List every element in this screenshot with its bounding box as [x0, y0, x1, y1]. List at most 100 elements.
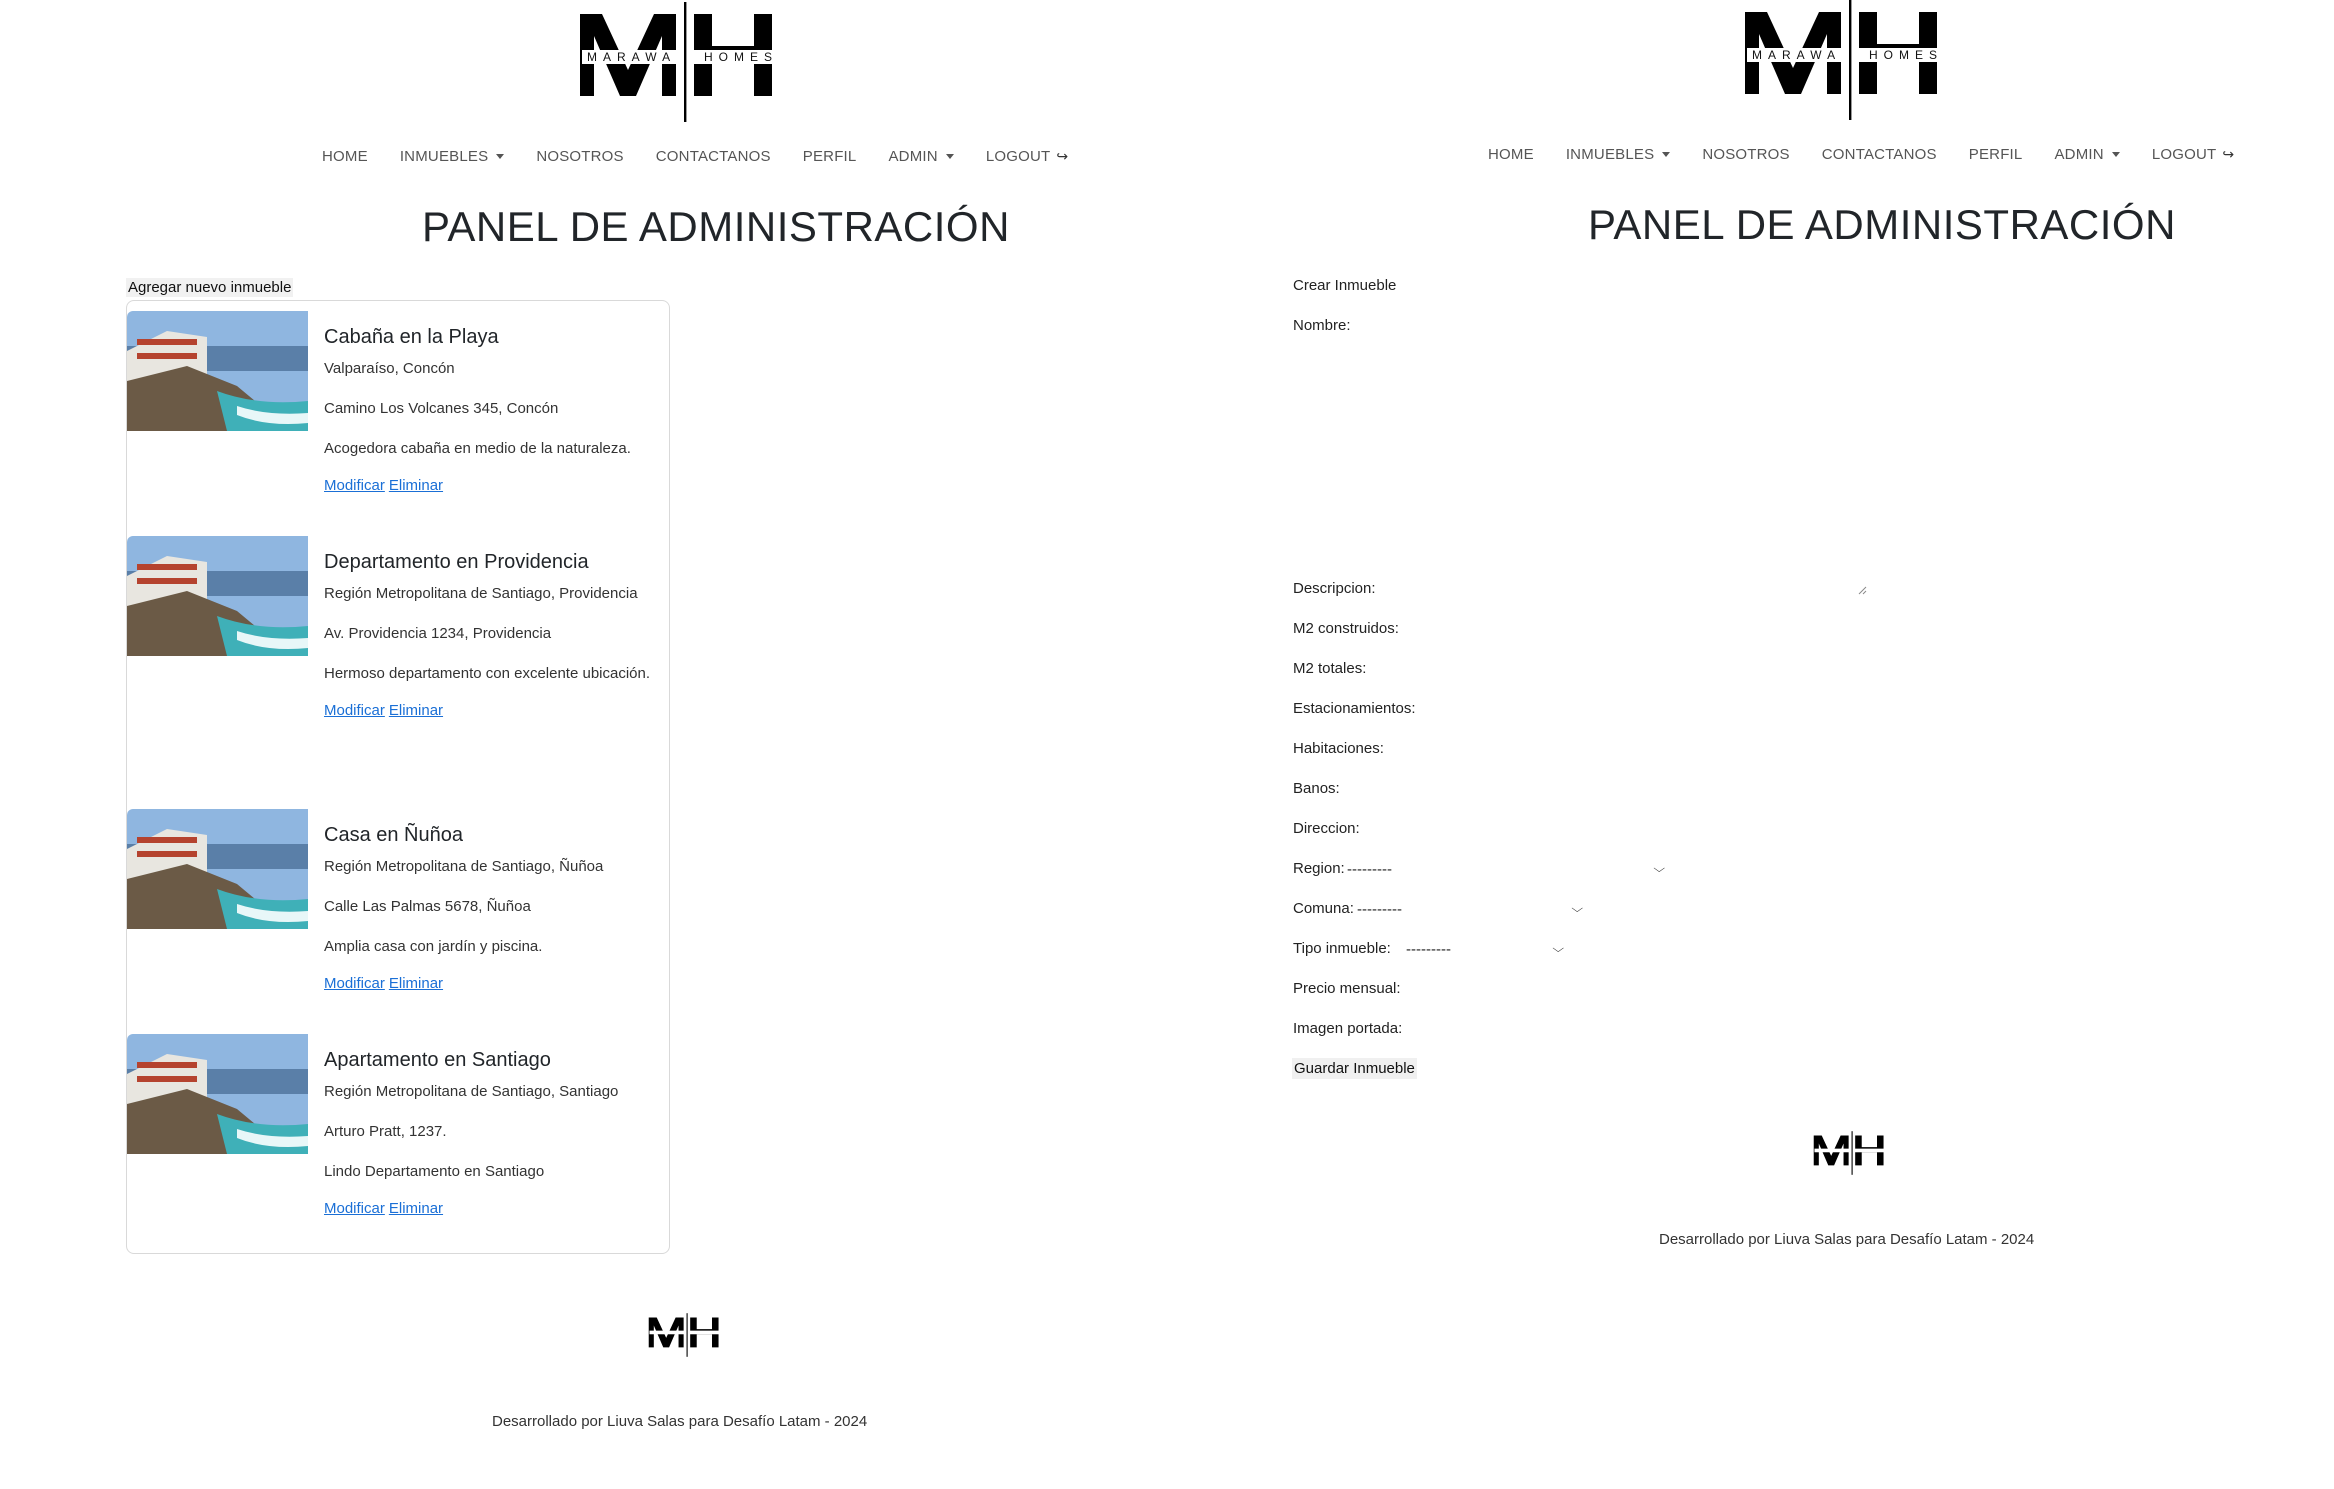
delete-property-link[interactable]: Eliminar — [389, 477, 443, 494]
left-panel: MARAWA HOMES HOME INMUEBLES NOSOTROS CON… — [0, 0, 1167, 1489]
region-select-value: --------- — [1347, 860, 1392, 878]
property-title: Casa en Ñuñoa — [324, 824, 463, 846]
property-list: Cabaña en la Playa Valparaíso, Concón Ca… — [126, 300, 670, 1254]
property-address: Calle Las Palmas 5678, Ñuñoa — [324, 898, 531, 915]
nav-perfil-label: PERFIL — [1968, 146, 2023, 163]
right-panel: MARAWA HOMES HOME INMUEBLES NOSOTROS CON… — [1167, 0, 2334, 1489]
main-navbar: HOME INMUEBLES NOSOTROS CONTACTANOS PERF… — [306, 148, 1084, 165]
page-title: PANEL DE ADMINISTRACIÓN — [422, 203, 1010, 250]
banos-input[interactable] — [1347, 777, 1547, 801]
m2-construidos-input[interactable] — [1417, 617, 1617, 641]
nav-contactanos[interactable]: CONTACTANOS — [1806, 146, 1953, 163]
habitaciones-input[interactable] — [1397, 737, 1597, 761]
chevron-down-icon: ⌵ — [1570, 902, 1583, 915]
nav-inmuebles-dropdown[interactable]: INMUEBLES — [1550, 146, 1687, 163]
property-card-body: Cabaña en la Playa Valparaíso, Concón Ca… — [324, 313, 659, 494]
nav-admin-dropdown[interactable]: ADMIN — [2038, 146, 2135, 163]
nombre-input[interactable] — [1377, 314, 1577, 338]
property-card-body: Casa en Ñuñoa Región Metropolitana de Sa… — [324, 811, 659, 992]
nav-home[interactable]: HOME — [306, 148, 384, 165]
edit-property-link[interactable]: Modificar — [324, 477, 385, 494]
edit-property-link[interactable]: Modificar — [324, 975, 385, 992]
property-card-body: Apartamento en Santiago Región Metropoli… — [324, 1036, 659, 1217]
property-thumbnail[interactable] — [127, 311, 308, 431]
nav-logout[interactable]: LOGOUT ↪ — [2136, 146, 2250, 163]
chevron-down-icon: ⌵ — [1652, 862, 1665, 875]
nav-perfil[interactable]: PERFIL — [1953, 146, 2039, 163]
property-description: Amplia casa con jardín y piscina. — [324, 938, 543, 955]
nav-admin-dropdown[interactable]: ADMIN — [872, 148, 969, 165]
nav-home[interactable]: HOME — [1472, 146, 1550, 163]
nav-home-label: HOME — [1488, 146, 1534, 163]
nav-nosotros-label: NOSOTROS — [536, 148, 624, 165]
tipo-inmueble-select-value: --------- — [1406, 940, 1451, 958]
nav-contactanos[interactable]: CONTACTANOS — [640, 148, 787, 165]
property-actions: Modificar Eliminar — [324, 975, 659, 992]
nav-home-label: HOME — [322, 148, 368, 165]
banos-label: Banos: — [1293, 780, 1340, 797]
imagen-portada-label: Imagen portada: — [1293, 1020, 1403, 1037]
property-thumbnail[interactable] — [127, 1034, 308, 1154]
precio-mensual-input[interactable] — [1407, 977, 1607, 1001]
tipo-inmueble-label: Tipo inmueble: — [1293, 940, 1391, 957]
descripcion-textarea[interactable] — [1377, 340, 1867, 595]
direccion-label: Direccion: — [1293, 820, 1360, 837]
footer-logo — [648, 1312, 728, 1358]
wordmark-left: MARAWA — [1752, 48, 1842, 62]
property-address: Arturo Pratt, 1237. — [324, 1123, 447, 1140]
imagen-portada-file-input[interactable] — [1407, 1017, 1647, 1041]
estacionamientos-label: Estacionamientos: — [1293, 700, 1416, 717]
caret-down-icon — [945, 154, 954, 159]
page-title: PANEL DE ADMINISTRACIÓN — [1588, 201, 2176, 248]
nav-nosotros[interactable]: NOSOTROS — [520, 148, 639, 165]
resize-grip-icon[interactable] — [1857, 585, 1867, 595]
nav-inmuebles-label: INMUEBLES — [399, 148, 489, 165]
edit-property-link[interactable]: Modificar — [324, 1200, 385, 1217]
direccion-input[interactable] — [1367, 817, 1567, 841]
tipo-inmueble-select[interactable]: --------- ⌵ — [1406, 937, 1564, 961]
nav-logout[interactable]: LOGOUT ↪ — [970, 148, 1084, 165]
delete-property-link[interactable]: Eliminar — [389, 975, 443, 992]
nav-admin-label: ADMIN — [2054, 146, 2104, 163]
property-location: Región Metropolitana de Santiago, Ñuñoa — [324, 858, 604, 875]
descripcion-label: Descripcion: — [1293, 580, 1376, 597]
wordmark-left: MARAWA — [587, 50, 677, 64]
estacionamientos-input[interactable] — [1423, 697, 1623, 721]
property-thumbnail[interactable] — [127, 536, 308, 656]
property-title: Departamento en Providencia — [324, 551, 589, 573]
edit-property-link[interactable]: Modificar — [324, 702, 385, 719]
precio-mensual-label: Precio mensual: — [1293, 980, 1401, 997]
m2-totales-label: M2 totales: — [1293, 660, 1367, 677]
nav-nosotros[interactable]: NOSOTROS — [1686, 146, 1805, 163]
m2-totales-input[interactable] — [1387, 657, 1587, 681]
habitaciones-label: Habitaciones: — [1293, 740, 1384, 757]
property-address: Camino Los Volcanes 345, Concón — [324, 400, 559, 417]
form-title: Crear Inmueble — [1293, 277, 1397, 294]
property-location: Valparaíso, Concón — [324, 360, 455, 377]
nav-perfil[interactable]: PERFIL — [787, 148, 873, 165]
delete-property-link[interactable]: Eliminar — [389, 1200, 443, 1217]
comuna-select[interactable]: --------- ⌵ — [1357, 897, 1583, 921]
nav-logout-label: LOGOUT — [2151, 146, 2217, 163]
property-thumbnail[interactable] — [127, 809, 308, 929]
delete-property-link[interactable]: Eliminar — [389, 702, 443, 719]
nav-contactanos-label: CONTACTANOS — [655, 148, 771, 165]
nav-admin-label: ADMIN — [888, 148, 938, 165]
property-description: Acogedora cabaña en medio de la naturale… — [324, 440, 631, 457]
property-actions: Modificar Eliminar — [324, 1200, 659, 1217]
main-navbar: HOME INMUEBLES NOSOTROS CONTACTANOS PERF… — [1472, 146, 2250, 163]
nav-inmuebles-label: INMUEBLES — [1565, 146, 1655, 163]
caret-down-icon — [1662, 152, 1671, 157]
region-select[interactable]: --------- ⌵ — [1347, 857, 1665, 881]
comuna-label: Comuna: — [1293, 900, 1354, 917]
add-property-button[interactable]: Agregar nuevo inmueble — [126, 278, 294, 297]
nav-inmuebles-dropdown[interactable]: INMUEBLES — [384, 148, 521, 165]
nombre-label: Nombre: — [1293, 317, 1351, 334]
property-actions: Modificar Eliminar — [324, 702, 659, 719]
property-address: Av. Providencia 1234, Providencia — [324, 625, 552, 642]
nav-logout-label: LOGOUT — [985, 148, 1051, 165]
save-property-button[interactable]: Guardar Inmueble — [1292, 1058, 1417, 1079]
footer-credit: Desarrollado por Liuva Salas para Desafí… — [1659, 1231, 2035, 1248]
nav-contactanos-label: CONTACTANOS — [1821, 146, 1937, 163]
nav-nosotros-label: NOSOTROS — [1702, 146, 1790, 163]
